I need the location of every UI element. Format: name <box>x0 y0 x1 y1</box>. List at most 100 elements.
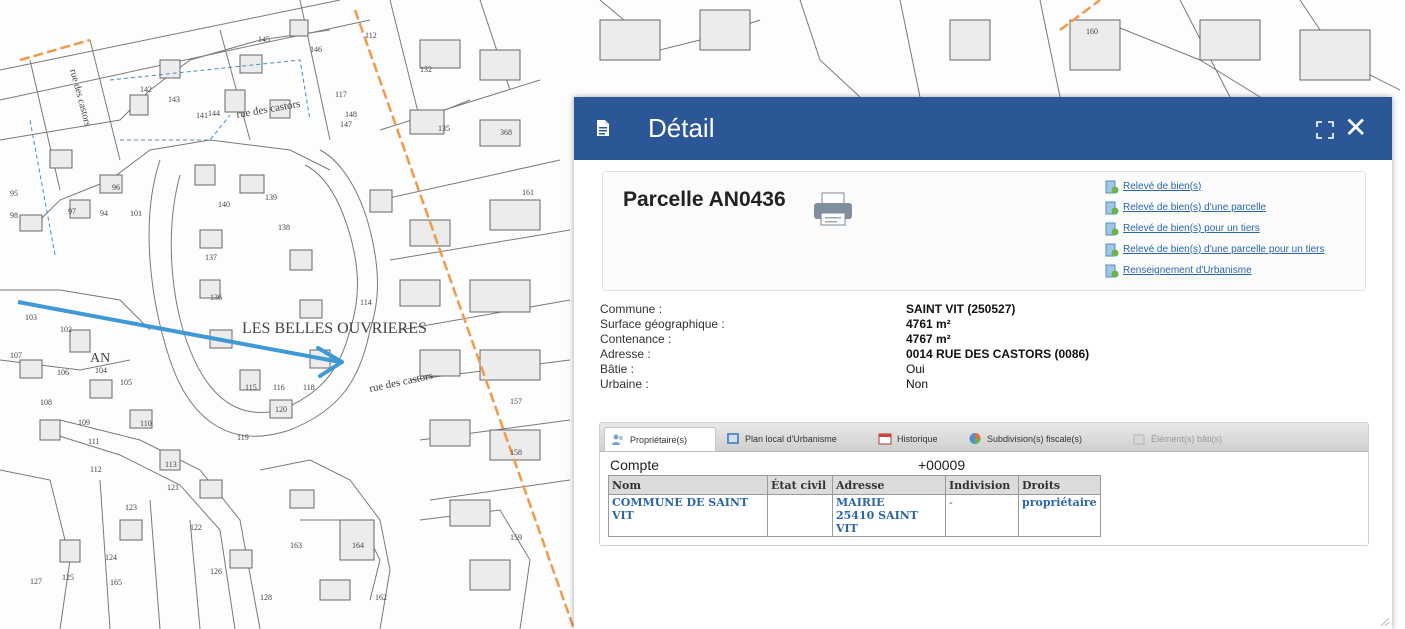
svg-text:128: 128 <box>260 593 272 602</box>
svg-text:163: 163 <box>290 541 302 550</box>
table-header-row: Nom État civil Adresse Indivision Droits <box>608 475 1101 495</box>
svg-text:114: 114 <box>360 298 372 307</box>
svg-text:104: 104 <box>95 366 107 375</box>
svg-text:94: 94 <box>100 209 108 218</box>
svg-text:164: 164 <box>352 541 364 550</box>
svg-text:140: 140 <box>218 200 230 209</box>
link-releve-biens[interactable]: Relevé de bien(s) <box>1105 176 1324 197</box>
column-header: Droits <box>1018 475 1101 495</box>
svg-text:95: 95 <box>10 189 18 198</box>
report-icon <box>1105 201 1119 214</box>
document-icon <box>597 120 609 136</box>
column-header: Adresse <box>832 475 946 495</box>
owners-table: Nom État civil Adresse Indivision Droits… <box>608 475 1101 537</box>
tab-plan-local-urbanisme[interactable]: Plan local d'Urbanisme <box>720 427 868 450</box>
svg-text:136: 136 <box>210 293 222 302</box>
link-renseignement-urbanisme[interactable]: Renseignement d'Urbanisme <box>1105 260 1324 281</box>
svg-text:96: 96 <box>112 183 120 192</box>
users-icon <box>612 434 623 445</box>
svg-text:158: 158 <box>510 448 522 457</box>
close-icon[interactable]: ✕ <box>1344 111 1367 145</box>
column-header: Nom <box>608 475 768 495</box>
svg-text:165: 165 <box>110 578 122 587</box>
svg-text:137: 137 <box>205 253 217 262</box>
svg-text:105: 105 <box>120 378 132 387</box>
tab-proprietaires[interactable]: Propriétaire(s) <box>604 427 716 451</box>
dialog-title: Détail <box>648 113 715 143</box>
svg-text:161: 161 <box>522 188 534 197</box>
locality-label: LES BELLES OUVRIERES <box>242 320 427 337</box>
svg-text:98: 98 <box>10 211 18 220</box>
svg-text:138: 138 <box>278 223 290 232</box>
svg-text:157: 157 <box>510 397 522 406</box>
svg-text:126: 126 <box>210 567 222 576</box>
printer-icon[interactable] <box>812 192 854 226</box>
svg-text:143: 143 <box>168 95 180 104</box>
tab-historique[interactable]: Historique <box>872 427 958 450</box>
map-icon <box>727 433 739 444</box>
svg-text:119: 119 <box>237 433 249 442</box>
owner-indivision: - <box>945 494 1019 537</box>
svg-text:101: 101 <box>130 209 142 218</box>
svg-text:147: 147 <box>340 120 352 129</box>
svg-text:97: 97 <box>68 207 76 216</box>
tab-elements-batis[interactable]: Élément(s) bâti(s) <box>1126 427 1250 450</box>
svg-text:162: 162 <box>375 593 387 602</box>
resize-handle-icon[interactable] <box>1380 617 1390 627</box>
svg-text:108: 108 <box>40 398 52 407</box>
svg-text:368: 368 <box>500 128 512 137</box>
detail-dialog: Détail ✕ Parcelle AN0436 Relevé de bien(… <box>574 97 1392 629</box>
column-header: État civil <box>767 475 833 495</box>
report-icon <box>1105 180 1119 193</box>
calendar-icon <box>878 433 892 445</box>
svg-text:160: 160 <box>1086 27 1098 36</box>
svg-text:132: 132 <box>420 65 432 74</box>
svg-text:110: 110 <box>140 419 152 428</box>
expand-icon[interactable] <box>1316 121 1334 139</box>
svg-text:116: 116 <box>273 383 285 392</box>
svg-text:118: 118 <box>303 383 315 392</box>
report-icon <box>1105 222 1119 235</box>
svg-text:120: 120 <box>275 405 287 414</box>
compte-label: Compte <box>610 457 660 473</box>
svg-text:135: 135 <box>438 124 450 133</box>
svg-text:103: 103 <box>25 313 37 322</box>
svg-text:127: 127 <box>30 577 42 586</box>
column-header: Indivision <box>945 475 1019 495</box>
owner-rights[interactable]: propriétaire <box>1018 494 1101 537</box>
tab-subdivisions-fiscales[interactable]: Subdivision(s) fiscale(s) <box>962 427 1122 450</box>
detail-tabs: Propriétaire(s) Plan local d'Urbanisme H… <box>599 422 1369 546</box>
svg-text:121: 121 <box>167 483 179 492</box>
parcel-header-panel: Parcelle AN0436 Relevé de bien(s) Relevé… <box>602 171 1366 291</box>
svg-text:159: 159 <box>510 533 522 542</box>
owner-address[interactable]: MAIRIE 25410 SAINT VIT <box>832 494 946 537</box>
svg-text:111: 111 <box>88 437 99 446</box>
svg-text:142: 142 <box>140 85 152 94</box>
building-icon <box>1133 434 1145 445</box>
section-label: AN <box>90 351 110 366</box>
compte-value: +00009 <box>918 457 966 473</box>
svg-text:123: 123 <box>125 503 137 512</box>
dialog-titlebar[interactable]: Détail ✕ <box>574 97 1392 160</box>
svg-text:112: 112 <box>90 465 102 474</box>
tab-bar: Propriétaire(s) Plan local d'Urbanisme H… <box>600 423 1368 452</box>
svg-text:146: 146 <box>310 45 322 54</box>
svg-text:117: 117 <box>335 90 347 99</box>
parcel-title: Parcelle AN0436 <box>623 188 786 211</box>
svg-text:112: 112 <box>365 31 377 40</box>
svg-text:141: 141 <box>196 111 208 120</box>
link-releve-biens-tiers[interactable]: Relevé de bien(s) pour un tiers <box>1105 218 1324 239</box>
link-releve-biens-parcelle-tiers[interactable]: Relevé de bien(s) d'une parcelle pour un… <box>1105 239 1324 260</box>
svg-text:106: 106 <box>57 368 69 377</box>
svg-text:145: 145 <box>258 35 270 44</box>
link-releve-biens-parcelle[interactable]: Relevé de bien(s) d'une parcelle <box>1105 197 1324 218</box>
owner-name-link[interactable]: COMMUNE DE SAINT VIT <box>608 494 768 537</box>
svg-text:124: 124 <box>105 553 117 562</box>
svg-text:122: 122 <box>190 523 202 532</box>
svg-text:113: 113 <box>165 460 177 469</box>
pie-icon <box>969 433 981 444</box>
svg-text:107: 107 <box>10 351 22 360</box>
svg-text:109: 109 <box>78 418 90 427</box>
owner-civil-state <box>767 494 833 537</box>
table-row: COMMUNE DE SAINT VIT MAIRIE 25410 SAINT V… <box>608 494 1101 537</box>
